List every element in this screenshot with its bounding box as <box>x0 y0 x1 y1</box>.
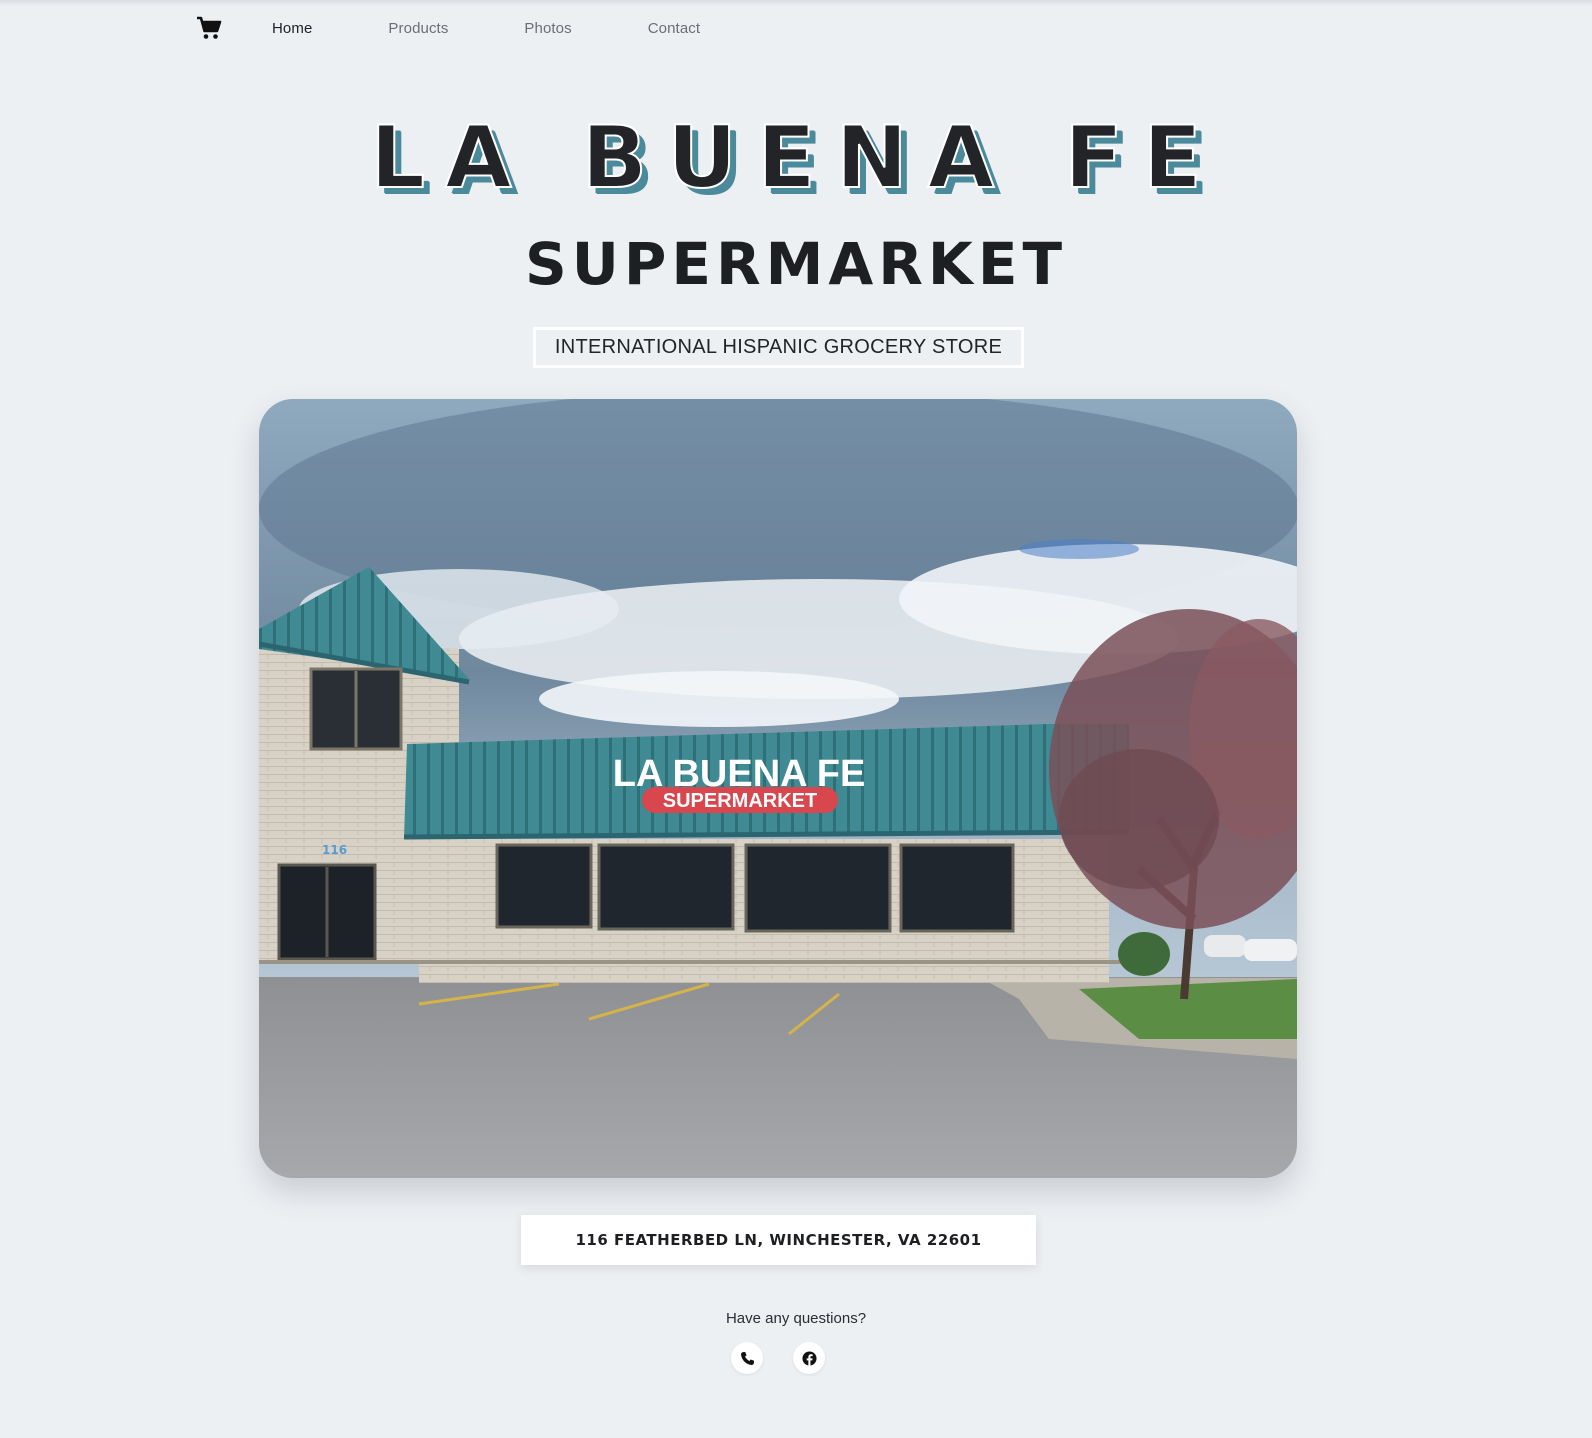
sign-subtext: SUPERMARKET <box>663 790 817 812</box>
nav-link-contact[interactable]: Contact <box>648 20 700 37</box>
storefront-photo: 116 LA BUENA FE SUPERMARKET <box>259 399 1297 1178</box>
facebook-button[interactable] <box>793 1342 825 1374</box>
nav-link-photos[interactable]: Photos <box>524 20 571 37</box>
tagline-badge: INTERNATIONAL HISPANIC GROCERY STORE <box>533 327 1024 368</box>
store-title: LA BUENA FE <box>369 107 1222 209</box>
top-shadow <box>0 0 1592 6</box>
phone-button[interactable] <box>731 1342 763 1374</box>
facebook-icon <box>801 1350 817 1366</box>
page: Home Products Photos Contact LA BUENA FE… <box>0 0 1592 1438</box>
top-nav: Home Products Photos Contact <box>196 12 776 44</box>
building-number: 116 <box>322 843 347 857</box>
phone-icon <box>740 1351 754 1365</box>
nav-link-products[interactable]: Products <box>388 20 448 37</box>
address-card: 116 FEATHERBED LN, WINCHESTER, VA 22601 <box>521 1215 1036 1265</box>
nav-link-home[interactable]: Home <box>272 20 312 37</box>
contact-buttons <box>731 1342 855 1374</box>
store-subtitle: SUPERMARKET <box>524 230 1068 298</box>
contact-prompt: Have any questions? <box>725 1310 867 1327</box>
shopping-cart-icon[interactable] <box>196 15 272 41</box>
